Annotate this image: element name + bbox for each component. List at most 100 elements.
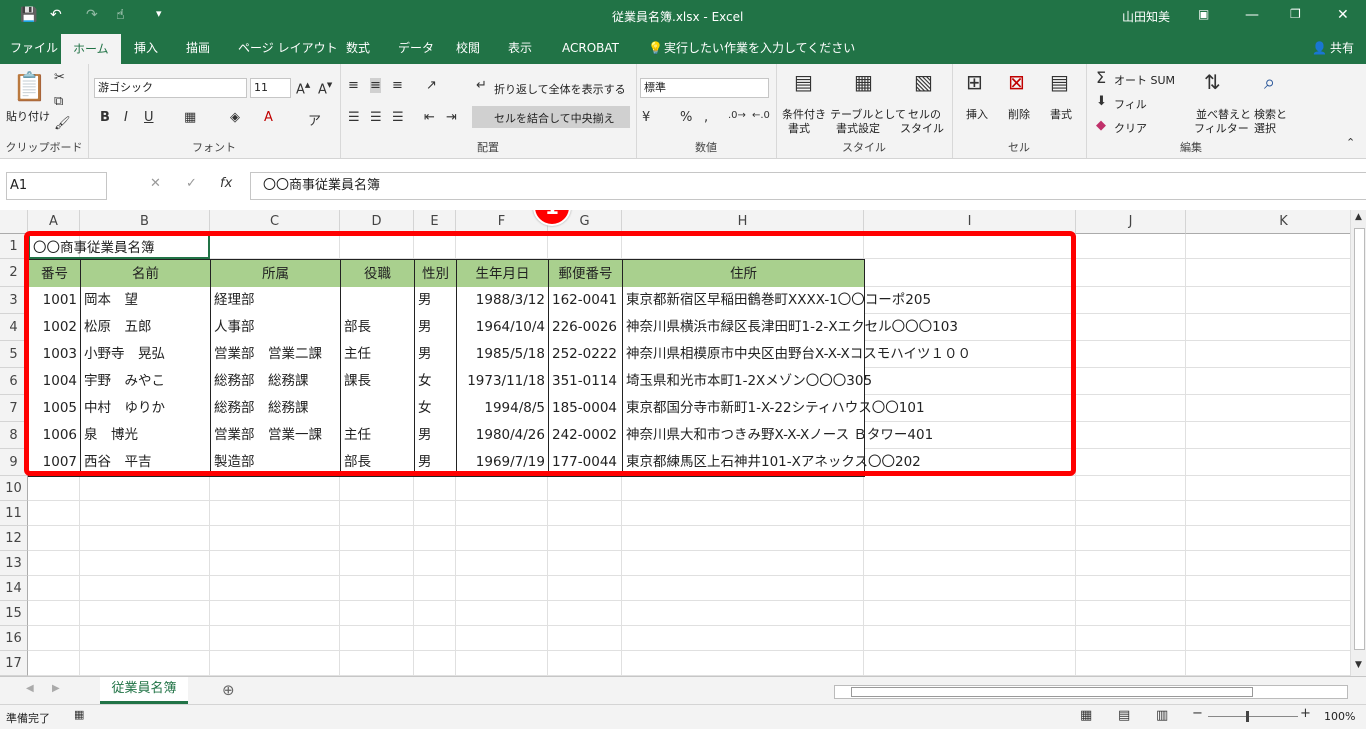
conditional-format-line2[interactable]: 書式 [788, 120, 810, 136]
cell[interactable] [622, 526, 864, 551]
ribbon-display-icon[interactable]: ▣ [1198, 7, 1209, 21]
format-as-table-icon[interactable]: ▦ [854, 70, 873, 94]
tab-draw[interactable]: 描画 [186, 32, 210, 64]
tab-acrobat[interactable]: ACROBAT [562, 32, 619, 64]
cell[interactable] [210, 601, 340, 626]
insert-cells-button[interactable]: 挿入 [966, 106, 988, 122]
increase-indent-icon[interactable]: ⇥ [446, 110, 457, 125]
cell[interactable] [548, 601, 622, 626]
cell[interactable] [340, 601, 414, 626]
cell[interactable] [622, 601, 864, 626]
cell[interactable] [1186, 476, 1350, 501]
cell[interactable] [1186, 234, 1350, 259]
zoom-out-icon[interactable]: − [1192, 706, 1203, 721]
cell[interactable] [1076, 314, 1186, 341]
cell[interactable] [1076, 234, 1186, 259]
cell[interactable] [80, 651, 210, 676]
format-cells-button[interactable]: 書式 [1050, 106, 1072, 122]
zoom-slider-thumb[interactable] [1246, 711, 1249, 722]
cell[interactable] [1076, 501, 1186, 526]
row-header-14[interactable]: 14 [0, 576, 28, 601]
vertical-scroll-thumb[interactable] [1354, 228, 1365, 650]
cell[interactable] [210, 551, 340, 576]
number-format-select[interactable]: 標準 [640, 78, 769, 98]
cell-styles-line2[interactable]: スタイル [900, 120, 944, 136]
align-right-icon[interactable]: ☰ [392, 110, 404, 125]
cell[interactable] [548, 501, 622, 526]
scroll-down-icon[interactable]: ▼ [1355, 660, 1362, 670]
delete-cells-button[interactable]: 削除 [1008, 106, 1030, 122]
cell[interactable] [456, 526, 548, 551]
share-icon[interactable]: 👤 [1312, 32, 1327, 64]
decrease-indent-icon[interactable]: ⇤ [424, 110, 435, 125]
align-center-icon[interactable]: ☰ [370, 110, 382, 125]
cell[interactable] [340, 476, 414, 501]
cell[interactable] [1186, 449, 1350, 476]
cell[interactable] [864, 501, 1076, 526]
collapse-ribbon-icon[interactable]: ⌃ [1346, 136, 1355, 149]
cell[interactable] [622, 501, 864, 526]
cell[interactable] [864, 601, 1076, 626]
cell[interactable] [28, 551, 80, 576]
cell[interactable] [1076, 287, 1186, 314]
cell[interactable] [1076, 422, 1186, 449]
cell[interactable] [340, 501, 414, 526]
fill-icon[interactable]: ⬇ [1096, 94, 1107, 109]
save-icon[interactable]: 💾 [20, 7, 37, 23]
row-header-17[interactable]: 17 [0, 651, 28, 676]
cell[interactable] [210, 501, 340, 526]
cell-styles-icon[interactable]: ▧ [914, 70, 933, 94]
cell[interactable] [210, 476, 340, 501]
page-layout-view-icon[interactable]: ▤ [1118, 708, 1130, 723]
cell[interactable] [414, 651, 456, 676]
tab-page-layout[interactable]: ページ レイアウト [238, 32, 338, 64]
cell[interactable] [80, 476, 210, 501]
undo-icon[interactable]: ↶ [50, 7, 62, 23]
cell[interactable] [864, 476, 1076, 501]
row-header-16[interactable]: 16 [0, 626, 28, 651]
delete-cells-icon[interactable]: ⊠ [1008, 70, 1025, 94]
insert-function-icon[interactable]: fx [220, 176, 232, 191]
cell[interactable] [1186, 551, 1350, 576]
sort-filter-icon[interactable]: ⇅ [1204, 70, 1221, 94]
cell[interactable] [80, 626, 210, 651]
cell[interactable] [414, 501, 456, 526]
cell[interactable] [456, 626, 548, 651]
find-select-icon[interactable]: ⌕ [1264, 70, 1275, 94]
paste-icon[interactable]: 📋 [12, 70, 47, 103]
cell[interactable] [864, 626, 1076, 651]
wrap-text-button[interactable]: 折り返して全体を表示する [494, 81, 626, 97]
cell[interactable] [1076, 395, 1186, 422]
row-header-10[interactable]: 10 [0, 476, 28, 501]
prev-sheet-icon[interactable]: ◀ [26, 683, 34, 694]
cell[interactable] [340, 551, 414, 576]
cell[interactable] [864, 576, 1076, 601]
column-header-j[interactable]: J [1076, 210, 1186, 234]
tab-formulas[interactable]: 数式 [346, 32, 370, 64]
name-box[interactable]: A1 [6, 172, 107, 200]
cell[interactable] [1186, 341, 1350, 368]
zoom-slider[interactable] [1208, 716, 1298, 717]
cell[interactable] [864, 651, 1076, 676]
cell[interactable] [28, 526, 80, 551]
merge-center-button[interactable]: セルを結合して中央揃え [472, 106, 630, 128]
next-sheet-icon[interactable]: ▶ [52, 683, 60, 694]
clear-button[interactable]: クリア [1114, 120, 1147, 136]
cell[interactable] [340, 651, 414, 676]
cell[interactable] [864, 526, 1076, 551]
cell[interactable] [210, 651, 340, 676]
cell[interactable] [80, 551, 210, 576]
conditional-format-icon[interactable]: ▤ [794, 70, 813, 94]
cell[interactable] [864, 551, 1076, 576]
cell[interactable] [548, 526, 622, 551]
autosum-button[interactable]: オート SUM [1114, 72, 1175, 88]
cell[interactable] [1076, 341, 1186, 368]
format-cells-icon[interactable]: ▤ [1050, 70, 1069, 94]
cell[interactable] [548, 626, 622, 651]
cell[interactable] [414, 526, 456, 551]
orientation-icon[interactable]: ↗ [426, 78, 437, 93]
format-as-table-line2[interactable]: 書式設定 [836, 120, 880, 136]
cell[interactable] [340, 526, 414, 551]
increase-decimal-icon[interactable]: .0→ [728, 110, 746, 121]
column-header-k[interactable]: K [1186, 210, 1350, 234]
